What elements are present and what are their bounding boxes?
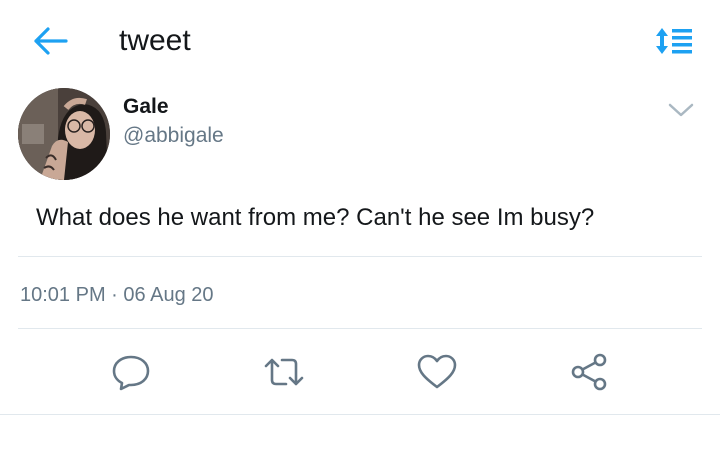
app-bar: tweet <box>0 0 720 82</box>
reply-icon <box>112 355 150 391</box>
avatar-photo <box>18 88 110 180</box>
divider <box>18 256 702 257</box>
divider <box>18 328 702 329</box>
retweet-icon <box>264 358 304 386</box>
chevron-down-icon <box>668 103 694 117</box>
divider <box>0 414 720 415</box>
tweet-timestamp: 10:01 PM · 06 Aug 20 <box>20 284 214 307</box>
tweet-menu-button[interactable] <box>666 99 696 121</box>
author-name[interactable]: Gale <box>123 95 169 119</box>
sort-list-icon <box>656 28 692 54</box>
tweet-text: What does he want from me? Can't he see … <box>36 204 595 231</box>
timestamp-separator: · <box>111 284 118 306</box>
heart-icon <box>417 354 457 389</box>
like-button[interactable] <box>415 352 459 392</box>
avatar[interactable] <box>18 88 110 180</box>
arrow-left-icon <box>34 27 68 55</box>
reply-button[interactable] <box>109 352 153 392</box>
page-title: tweet <box>119 24 191 57</box>
share-icon <box>571 353 607 391</box>
author-handle[interactable]: @abbigale <box>123 124 224 148</box>
back-button[interactable] <box>32 25 68 57</box>
sort-button[interactable] <box>654 26 694 56</box>
tweet-time: 10:01 PM <box>20 284 106 306</box>
retweet-button[interactable] <box>262 352 306 392</box>
tweet-date: 06 Aug 20 <box>123 284 214 306</box>
share-button[interactable] <box>567 352 611 392</box>
